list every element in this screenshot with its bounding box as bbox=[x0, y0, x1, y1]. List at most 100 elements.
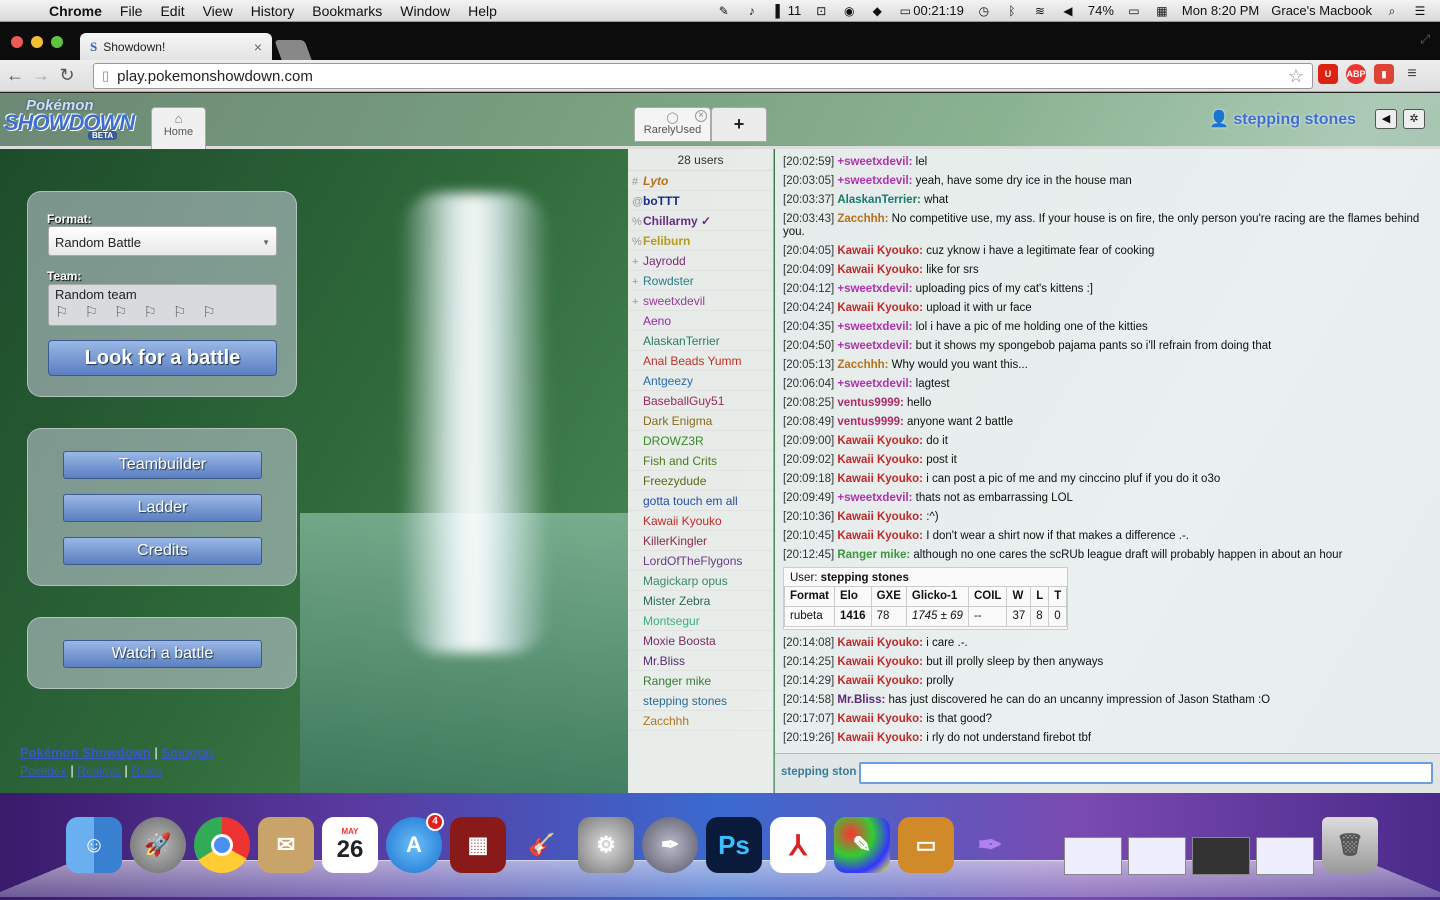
chat-username[interactable]: Kawaii Kyouko: bbox=[837, 264, 923, 276]
chat-username[interactable]: ventus9999: bbox=[837, 397, 903, 409]
chat-log[interactable]: [20:02:59] +sweetxdevil: lel [20:03:05] +… bbox=[775, 149, 1440, 753]
format-select[interactable]: Random Battle ▼ bbox=[48, 226, 277, 256]
clock[interactable]: Mon 8:20 PM bbox=[1182, 3, 1259, 18]
chat-username[interactable]: Ranger mike: bbox=[837, 549, 910, 561]
chat-input[interactable] bbox=[859, 762, 1433, 784]
watch-battle-button[interactable]: Watch a battle bbox=[63, 640, 262, 668]
user-list-item[interactable]: Moxie Boosta bbox=[628, 631, 773, 651]
close-window-button[interactable] bbox=[11, 36, 23, 48]
chat-username[interactable]: AlaskanTerrier: bbox=[837, 194, 921, 206]
showdown-logo[interactable]: Pokémon SHOWDOWN BETA bbox=[4, 97, 149, 141]
forward-arrow-icon[interactable]: → bbox=[30, 65, 52, 86]
user-list-item[interactable]: AlaskanTerrier bbox=[628, 331, 773, 351]
wifi-icon[interactable]: ≋ bbox=[1032, 4, 1048, 18]
chat-username[interactable]: Kawaii Kyouko: bbox=[837, 675, 923, 687]
link-pokedex[interactable]: Pokédex bbox=[20, 764, 67, 778]
chat-username[interactable]: Kawaii Kyouko: bbox=[837, 637, 923, 649]
menu-edit[interactable]: Edit bbox=[151, 3, 193, 19]
sound-button[interactable]: ◀ bbox=[1375, 109, 1397, 129]
bluetooth-icon[interactable]: ᛒ bbox=[1004, 4, 1020, 18]
keynote-icon[interactable]: ▭ bbox=[898, 817, 954, 873]
menu-file[interactable]: File bbox=[111, 3, 152, 19]
shield-icon[interactable]: ⊡ bbox=[813, 4, 829, 18]
chat-username[interactable]: Kawaii Kyouko: bbox=[837, 530, 923, 542]
new-tab-button[interactable] bbox=[274, 40, 312, 60]
menu-view[interactable]: View bbox=[194, 3, 242, 19]
minimize-window-button[interactable] bbox=[31, 36, 43, 48]
ublock-extension-icon[interactable]: U bbox=[1318, 64, 1338, 84]
chat-username[interactable]: +sweetxdevil: bbox=[837, 175, 912, 187]
battery-icon[interactable]: ▭ bbox=[1126, 4, 1142, 18]
chat-username[interactable]: Kawaii Kyouko: bbox=[837, 245, 923, 257]
tab-room-rarelyused[interactable]: ◯ RarelyUsed × bbox=[634, 107, 711, 142]
chat-username[interactable]: +sweetxdevil: bbox=[837, 340, 912, 352]
minimized-window-3-icon[interactable] bbox=[1192, 837, 1250, 875]
time-machine-icon[interactable]: ◷ bbox=[976, 4, 992, 18]
feather-icon[interactable]: ✎ bbox=[716, 4, 732, 18]
chrome-icon[interactable] bbox=[194, 817, 250, 873]
photoshop-icon[interactable]: Ps bbox=[706, 817, 762, 873]
script-editor-icon[interactable]: ✒ bbox=[642, 817, 698, 873]
link-smogon[interactable]: Smogon bbox=[161, 745, 213, 760]
calendar-icon[interactable]: MAY 26 bbox=[322, 817, 378, 873]
quill-app-icon[interactable]: ✒ bbox=[962, 817, 1018, 873]
teambuilder-button[interactable]: Teambuilder bbox=[63, 451, 262, 479]
chat-username[interactable]: Mr.Bliss: bbox=[837, 694, 885, 706]
adobe-reader-icon[interactable]: ⅄ bbox=[770, 817, 826, 873]
adblock-plus-extension-icon[interactable]: ABP bbox=[1346, 64, 1366, 84]
chat-username[interactable]: Kawaii Kyouko: bbox=[837, 713, 923, 725]
user-list-item[interactable]: gotta touch em all bbox=[628, 491, 773, 511]
user-list-item[interactable]: Mister Zebra bbox=[628, 591, 773, 611]
chrome-menu-icon[interactable]: ≡ bbox=[1402, 64, 1422, 84]
user-list-item[interactable]: Magickarp opus bbox=[628, 571, 773, 591]
user-list-item[interactable]: Zacchhh bbox=[628, 711, 773, 731]
zoom-window-button[interactable] bbox=[51, 36, 63, 48]
menu-window[interactable]: Window bbox=[391, 3, 459, 19]
flag-icon[interactable]: ▦ bbox=[1154, 4, 1170, 18]
chat-username[interactable]: +sweetxdevil: bbox=[837, 283, 912, 295]
user-list-item[interactable]: Montsegur bbox=[628, 611, 773, 631]
minimized-window-2-icon[interactable] bbox=[1128, 837, 1186, 875]
user-list-item[interactable]: Anal Beads Yumm bbox=[628, 351, 773, 371]
chat-username[interactable]: Kawaii Kyouko: bbox=[837, 656, 923, 668]
spotlight-icon[interactable]: ⌕ bbox=[1384, 4, 1400, 18]
link-replays[interactable]: Replays bbox=[77, 764, 120, 778]
fullscreen-icon[interactable]: ⤢ bbox=[1420, 32, 1430, 47]
user-list-item[interactable]: BaseballGuy51 bbox=[628, 391, 773, 411]
user-list-item[interactable]: Antgeezy bbox=[628, 371, 773, 391]
status-count[interactable]: ▌ 11 bbox=[772, 3, 802, 18]
options-button[interactable]: ✲ bbox=[1403, 109, 1425, 129]
chat-username[interactable]: Zacchhh: bbox=[837, 213, 888, 225]
menu-bookmarks[interactable]: Bookmarks bbox=[303, 3, 391, 19]
chat-username[interactable]: Kawaii Kyouko: bbox=[837, 302, 923, 314]
chat-username[interactable]: +sweetxdevil: bbox=[837, 378, 912, 390]
battery-percent[interactable]: 74% bbox=[1088, 3, 1114, 18]
dropbox-icon[interactable]: ◆ bbox=[869, 4, 885, 18]
paint-app-icon[interactable]: ✎ bbox=[834, 817, 890, 873]
bookmark-star-icon[interactable]: ☆ bbox=[1288, 66, 1304, 87]
chat-username[interactable]: Kawaii Kyouko: bbox=[837, 473, 923, 485]
finder-icon[interactable]: ☺ bbox=[66, 817, 122, 873]
user-list-item[interactable]: Fish and Crits bbox=[628, 451, 773, 471]
system-preferences-icon[interactable]: ⚙ bbox=[578, 817, 634, 873]
user-list-item[interactable]: Mr.Bliss bbox=[628, 651, 773, 671]
user-list-item[interactable]: KillerKingler bbox=[628, 531, 773, 551]
minimized-window-4-icon[interactable] bbox=[1256, 837, 1314, 875]
menu-help[interactable]: Help bbox=[459, 3, 506, 19]
user-list-item[interactable]: LordOfTheFlygons bbox=[628, 551, 773, 571]
notification-list-icon[interactable]: ☰ bbox=[1412, 4, 1428, 18]
address-bar[interactable]: ▯ play.pokemonshowdown.com ☆ bbox=[93, 63, 1313, 89]
user-list-item[interactable]: + Rowdster bbox=[628, 271, 773, 291]
chat-username[interactable]: stepping stones bbox=[781, 766, 857, 778]
chat-username[interactable]: ventus9999: bbox=[837, 416, 903, 428]
username[interactable]: 👤 stepping stones bbox=[1209, 109, 1356, 129]
chat-username[interactable]: +sweetxdevil: bbox=[837, 156, 912, 168]
credits-button[interactable]: Credits bbox=[63, 537, 262, 565]
app-store-icon[interactable]: A4 bbox=[386, 813, 444, 873]
ladder-button[interactable]: Ladder bbox=[63, 494, 262, 522]
user-list-item[interactable]: Ranger mike bbox=[628, 671, 773, 691]
user-list-item[interactable]: Dark Enigma bbox=[628, 411, 773, 431]
volume-icon[interactable]: ◀ bbox=[1060, 4, 1076, 18]
add-room-button[interactable]: + bbox=[711, 107, 767, 142]
user-list-item[interactable]: Aeno bbox=[628, 311, 773, 331]
